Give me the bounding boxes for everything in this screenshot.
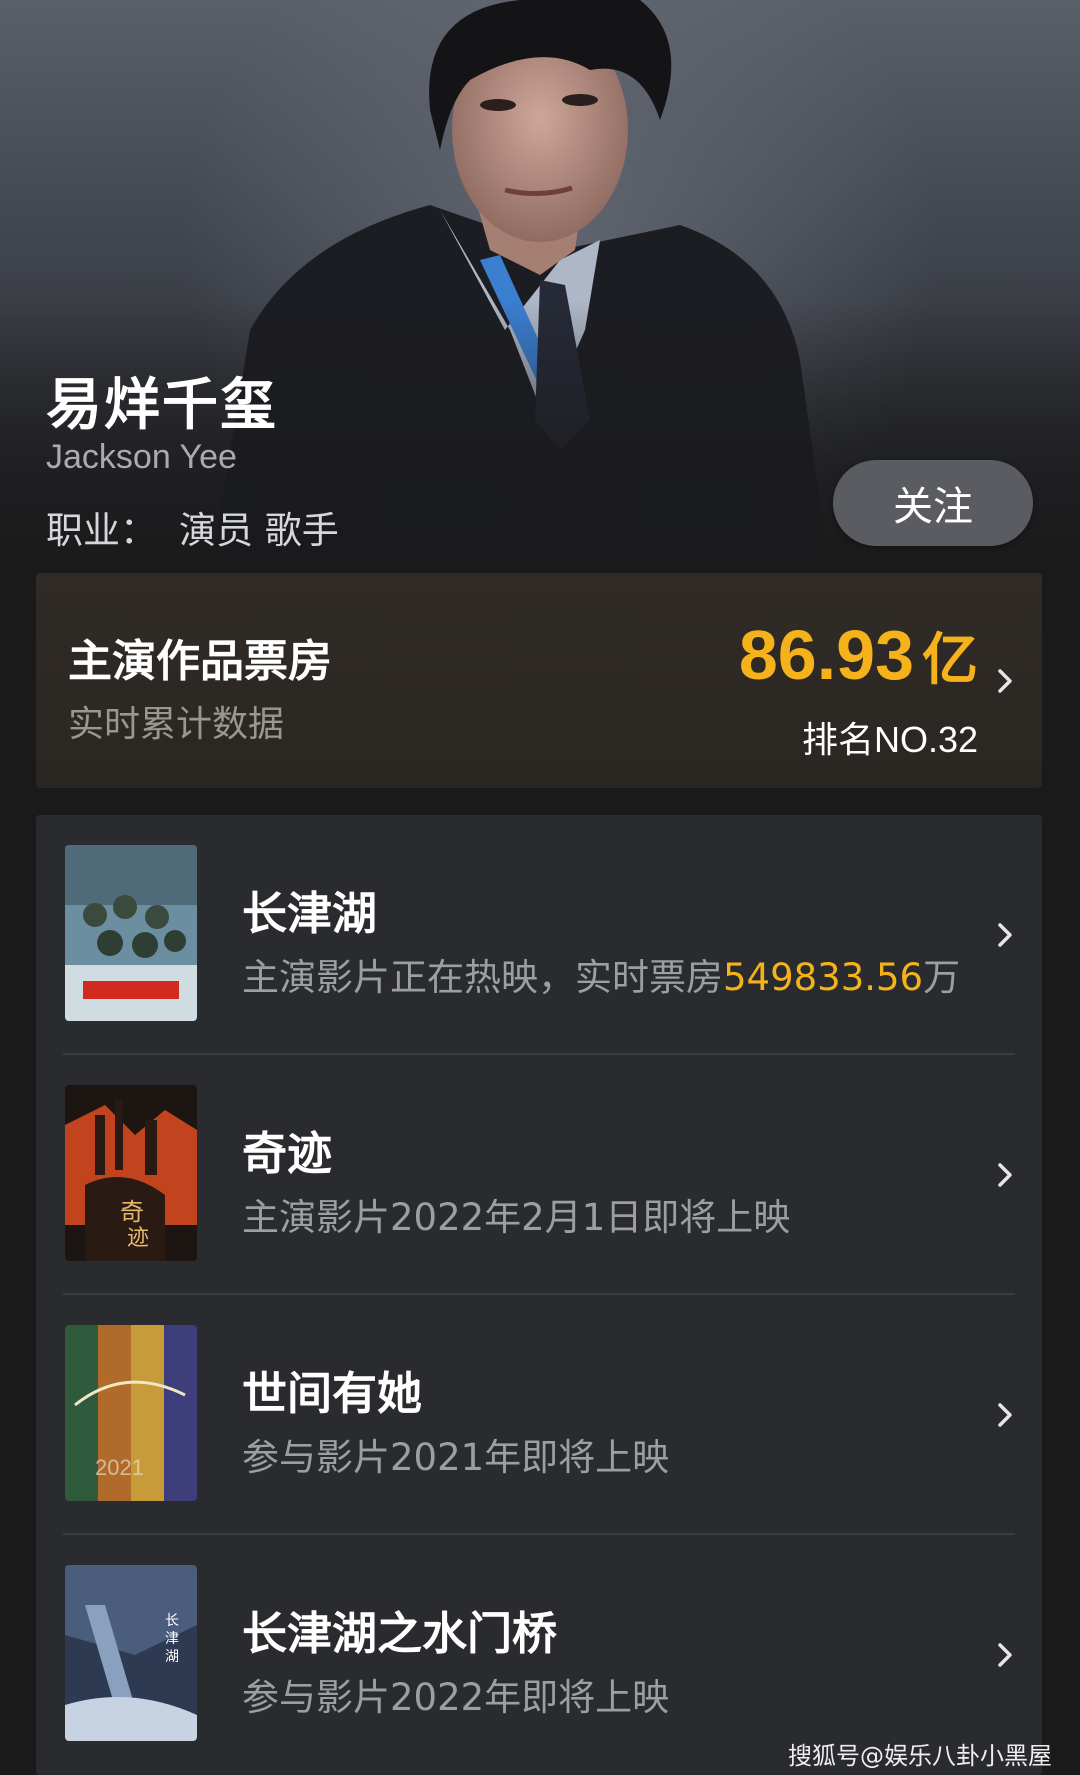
movie-title: 长津湖之水门桥 bbox=[242, 1607, 558, 1660]
movie-item-shijianyouta[interactable]: 2021 世间有她 参与影片2021年即将上映 bbox=[36, 1295, 1042, 1535]
movie-poster: 奇 迹 bbox=[65, 1085, 197, 1261]
movie-item-qiji[interactable]: 奇 迹 奇迹 主演影片2022年2月1日即将上映 bbox=[36, 1055, 1042, 1295]
chevron-right-icon bbox=[998, 1643, 1012, 1667]
movie-title: 奇迹 bbox=[242, 1127, 333, 1180]
movie-item-changjinhu[interactable]: 长津湖 主演影片正在热映，实时票房549833.56万 bbox=[36, 815, 1042, 1055]
artist-profession: 职业： 演员 歌手 bbox=[46, 500, 339, 554]
svg-text:2021: 2021 bbox=[95, 1455, 144, 1480]
box-office-rank: 排名NO.32 bbox=[801, 719, 978, 760]
artist-name-english: Jackson Yee bbox=[46, 438, 237, 476]
chevron-right-icon bbox=[998, 923, 1012, 947]
chevron-right-icon bbox=[998, 669, 1012, 693]
movie-description-text: 主演影片正在热映，实时票房 bbox=[242, 956, 723, 999]
profession-value: 演员 歌手 bbox=[179, 509, 339, 552]
follow-button[interactable]: 关注 bbox=[833, 460, 1033, 546]
movie-description: 主演影片正在热映，实时票房549833.56万 bbox=[242, 947, 960, 1001]
artist-name: 易烊千玺 bbox=[46, 373, 278, 438]
movie-box-office: 549833.56 bbox=[723, 956, 924, 999]
box-office-value: 86.93 bbox=[738, 616, 914, 694]
box-office-subtitle: 实时累计数据 bbox=[68, 704, 285, 745]
profession-label: 职业： bbox=[46, 509, 157, 552]
movie-poster: 长 津 湖 bbox=[65, 1565, 197, 1741]
svg-text:津: 津 bbox=[165, 1631, 179, 1647]
movie-description: 参与影片2021年即将上映 bbox=[242, 1436, 670, 1479]
movie-poster bbox=[65, 845, 197, 1021]
movie-poster: 2021 bbox=[65, 1325, 197, 1501]
movie-list: 长津湖 主演影片正在热映，实时票房549833.56万 奇 迹 奇迹 主演影片2… bbox=[36, 815, 1042, 1775]
movie-description: 参与影片2022年即将上映 bbox=[242, 1676, 670, 1719]
box-office-title: 主演作品票房 bbox=[68, 636, 332, 687]
svg-text:长: 长 bbox=[165, 1613, 179, 1629]
movie-title: 长津湖 bbox=[242, 887, 378, 940]
svg-text:迹: 迹 bbox=[127, 1226, 149, 1251]
chevron-right-icon bbox=[998, 1403, 1012, 1427]
artist-header: 易烊千玺 Jackson Yee 职业： 演员 歌手 关注 bbox=[0, 0, 1080, 575]
box-office-unit: 亿 bbox=[922, 628, 978, 693]
movie-box-office-unit: 万 bbox=[923, 956, 961, 999]
svg-text:湖: 湖 bbox=[165, 1649, 179, 1665]
box-office-card[interactable]: 主演作品票房 实时累计数据 86.93 亿 排名NO.32 bbox=[36, 573, 1042, 788]
watermark: 搜狐号@娱乐八卦小黑屋 bbox=[788, 1742, 1052, 1770]
movie-title: 世间有她 bbox=[242, 1367, 423, 1420]
box-office-total: 86.93 亿 bbox=[739, 615, 978, 696]
movie-description: 主演影片2022年2月1日即将上映 bbox=[242, 1196, 791, 1239]
chevron-right-icon bbox=[998, 1163, 1012, 1187]
svg-text:奇: 奇 bbox=[120, 1198, 144, 1226]
